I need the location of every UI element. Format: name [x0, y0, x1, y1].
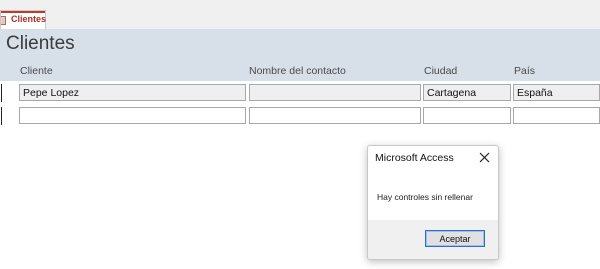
form-header: Clientes Cliente Nombre del contacto Ciu… [0, 29, 600, 81]
record-area: Pepe Lopez Cartagena España [0, 81, 600, 131]
column-header-contacto: Nombre del contacto [249, 65, 346, 77]
pais-field[interactable] [513, 107, 600, 124]
form-title: Clientes [6, 33, 75, 54]
document-tab-strip: Clientes [0, 0, 600, 30]
contacto-field[interactable] [249, 107, 421, 124]
dialog-title: Microsoft Access [375, 152, 454, 164]
close-icon[interactable] [476, 149, 492, 165]
cliente-field[interactable]: Pepe Lopez [19, 84, 246, 101]
record-selector[interactable] [0, 107, 2, 125]
cliente-field[interactable] [19, 107, 246, 124]
column-header-pais: País [514, 65, 536, 77]
contacto-field[interactable] [249, 84, 421, 101]
dialog-footer: Aceptar [368, 220, 498, 259]
column-header-cliente: Cliente [20, 65, 53, 77]
tab-clientes[interactable]: Clientes [0, 10, 46, 29]
accept-button[interactable]: Aceptar [425, 230, 485, 247]
record-selector[interactable] [0, 84, 2, 102]
tab-label: Clientes [11, 14, 47, 24]
ciudad-field[interactable] [423, 107, 511, 124]
tab-accent-bar [1, 11, 45, 13]
dialog-message: Hay controles sin rellenar [377, 192, 473, 202]
pais-field[interactable]: España [513, 84, 600, 101]
column-header-ciudad: Ciudad [424, 65, 458, 77]
message-dialog: Microsoft Access Hay controles sin relle… [367, 145, 499, 260]
form-icon [1, 16, 6, 25]
ciudad-field[interactable]: Cartagena [423, 84, 511, 101]
